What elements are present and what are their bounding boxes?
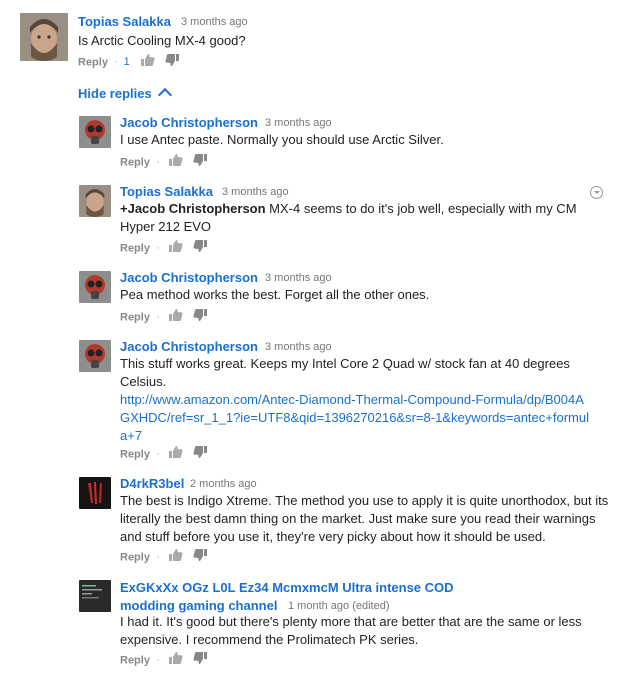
comment-actions: Reply · 1 [78, 54, 189, 71]
hide-replies-label: Hide replies [78, 86, 152, 101]
thumbs-up-icon[interactable] [168, 652, 183, 669]
comment-time[interactable]: 3 months ago [265, 270, 332, 286]
avatar[interactable] [79, 116, 111, 148]
comment-body-text: This stuff works great. Keeps my Intel C… [120, 356, 570, 389]
avatar[interactable] [20, 13, 68, 61]
reply-button[interactable]: Reply [120, 156, 150, 168]
comment-text: +Jacob Christopherson MX-4 seems to do i… [120, 200, 610, 236]
comment-actions: Reply · [120, 446, 217, 463]
thumbs-up-icon[interactable] [168, 446, 183, 463]
comment-time[interactable]: 1 month ago (edited) [288, 598, 390, 614]
separator-dot: · [155, 311, 160, 324]
comment-actions: Reply · [120, 240, 217, 257]
comment-time[interactable]: 3 months ago [265, 339, 332, 355]
separator-dot: · [155, 156, 160, 169]
hide-replies-button[interactable]: Hide replies [78, 86, 172, 103]
thumbs-up-icon[interactable] [168, 154, 183, 171]
avatar[interactable] [79, 340, 111, 372]
reply-button[interactable]: Reply [120, 242, 150, 254]
dropdown-menu-icon[interactable] [590, 186, 603, 199]
comment-time[interactable]: 3 months ago [265, 115, 332, 131]
gasmask-avatar-image [79, 340, 111, 372]
comment-author[interactable]: Jacob Christopherson [120, 270, 258, 286]
comment-actions: Reply · [120, 154, 217, 171]
comment-text: The best is Indigo Xtreme. The method yo… [120, 493, 609, 544]
comment-actions: Reply · [120, 309, 217, 326]
chevron-up-icon [157, 87, 172, 103]
avatar[interactable] [79, 185, 111, 217]
thumbs-up-icon[interactable] [168, 309, 183, 326]
gasmask-avatar-image [79, 271, 111, 303]
comment-author[interactable]: Jacob Christopherson [120, 339, 258, 355]
comment-text: This stuff works great. Keeps my Intel C… [120, 355, 590, 445]
separator-dot: · [155, 448, 160, 461]
user-avatar-image [79, 185, 111, 217]
comment-author[interactable]: D4rkR3bel [120, 476, 184, 492]
thumbs-down-icon[interactable] [193, 240, 207, 257]
comment-link[interactable]: http://www.amazon.com/Antec-Diamond-Ther… [120, 391, 590, 445]
separator-dot: · [155, 654, 160, 667]
comment-author[interactable]: Topias Salakka [78, 14, 171, 30]
thumbs-down-icon[interactable] [193, 549, 207, 566]
reply-button[interactable]: Reply [120, 311, 150, 323]
separator-dot: · [155, 551, 160, 564]
thumbs-down-icon[interactable] [193, 309, 207, 326]
thumbs-down-icon[interactable] [193, 154, 207, 171]
comment-time[interactable]: 3 months ago [181, 14, 248, 30]
reply-button[interactable]: Reply [78, 56, 108, 68]
gasmask-avatar-image [79, 116, 111, 148]
avatar[interactable] [79, 477, 111, 509]
comment-actions: Reply · [120, 652, 217, 669]
like-count: 1 [123, 56, 130, 69]
comment-text: Is Arctic Cooling MX-4 good? [78, 33, 246, 48]
mention-link[interactable]: +Jacob Christopherson [120, 201, 266, 216]
comment-time[interactable]: 2 months ago [190, 476, 257, 492]
comment-author[interactable]: Jacob Christopherson [120, 115, 258, 131]
comment-author[interactable]: Topias Salakka [120, 184, 213, 200]
separator-dot: · [113, 56, 118, 69]
user-avatar-image [20, 13, 68, 61]
thumbs-up-icon[interactable] [168, 240, 183, 257]
thumbs-down-icon[interactable] [165, 54, 179, 71]
separator-dot: · [155, 242, 160, 255]
reply-button[interactable]: Reply [120, 551, 150, 563]
comment-text: I had it. It's good but there's plenty m… [120, 614, 582, 647]
thumbs-down-icon[interactable] [193, 446, 207, 463]
comment-text: I use Antec paste. Normally you should u… [120, 132, 444, 147]
thumbs-up-icon[interactable] [168, 549, 183, 566]
comment-time[interactable]: 3 months ago [222, 184, 289, 200]
avatar[interactable] [79, 271, 111, 303]
reply-button[interactable]: Reply [120, 654, 150, 666]
comment-actions: Reply · [120, 549, 217, 566]
thumbs-down-icon[interactable] [193, 652, 207, 669]
avatar[interactable] [79, 580, 111, 612]
thumbs-up-icon[interactable] [140, 54, 155, 71]
terminal-avatar-image [79, 580, 111, 612]
claw-logo-avatar-image [79, 477, 111, 509]
comment-text: Pea method works the best. Forget all th… [120, 287, 430, 302]
reply-button[interactable]: Reply [120, 448, 150, 460]
